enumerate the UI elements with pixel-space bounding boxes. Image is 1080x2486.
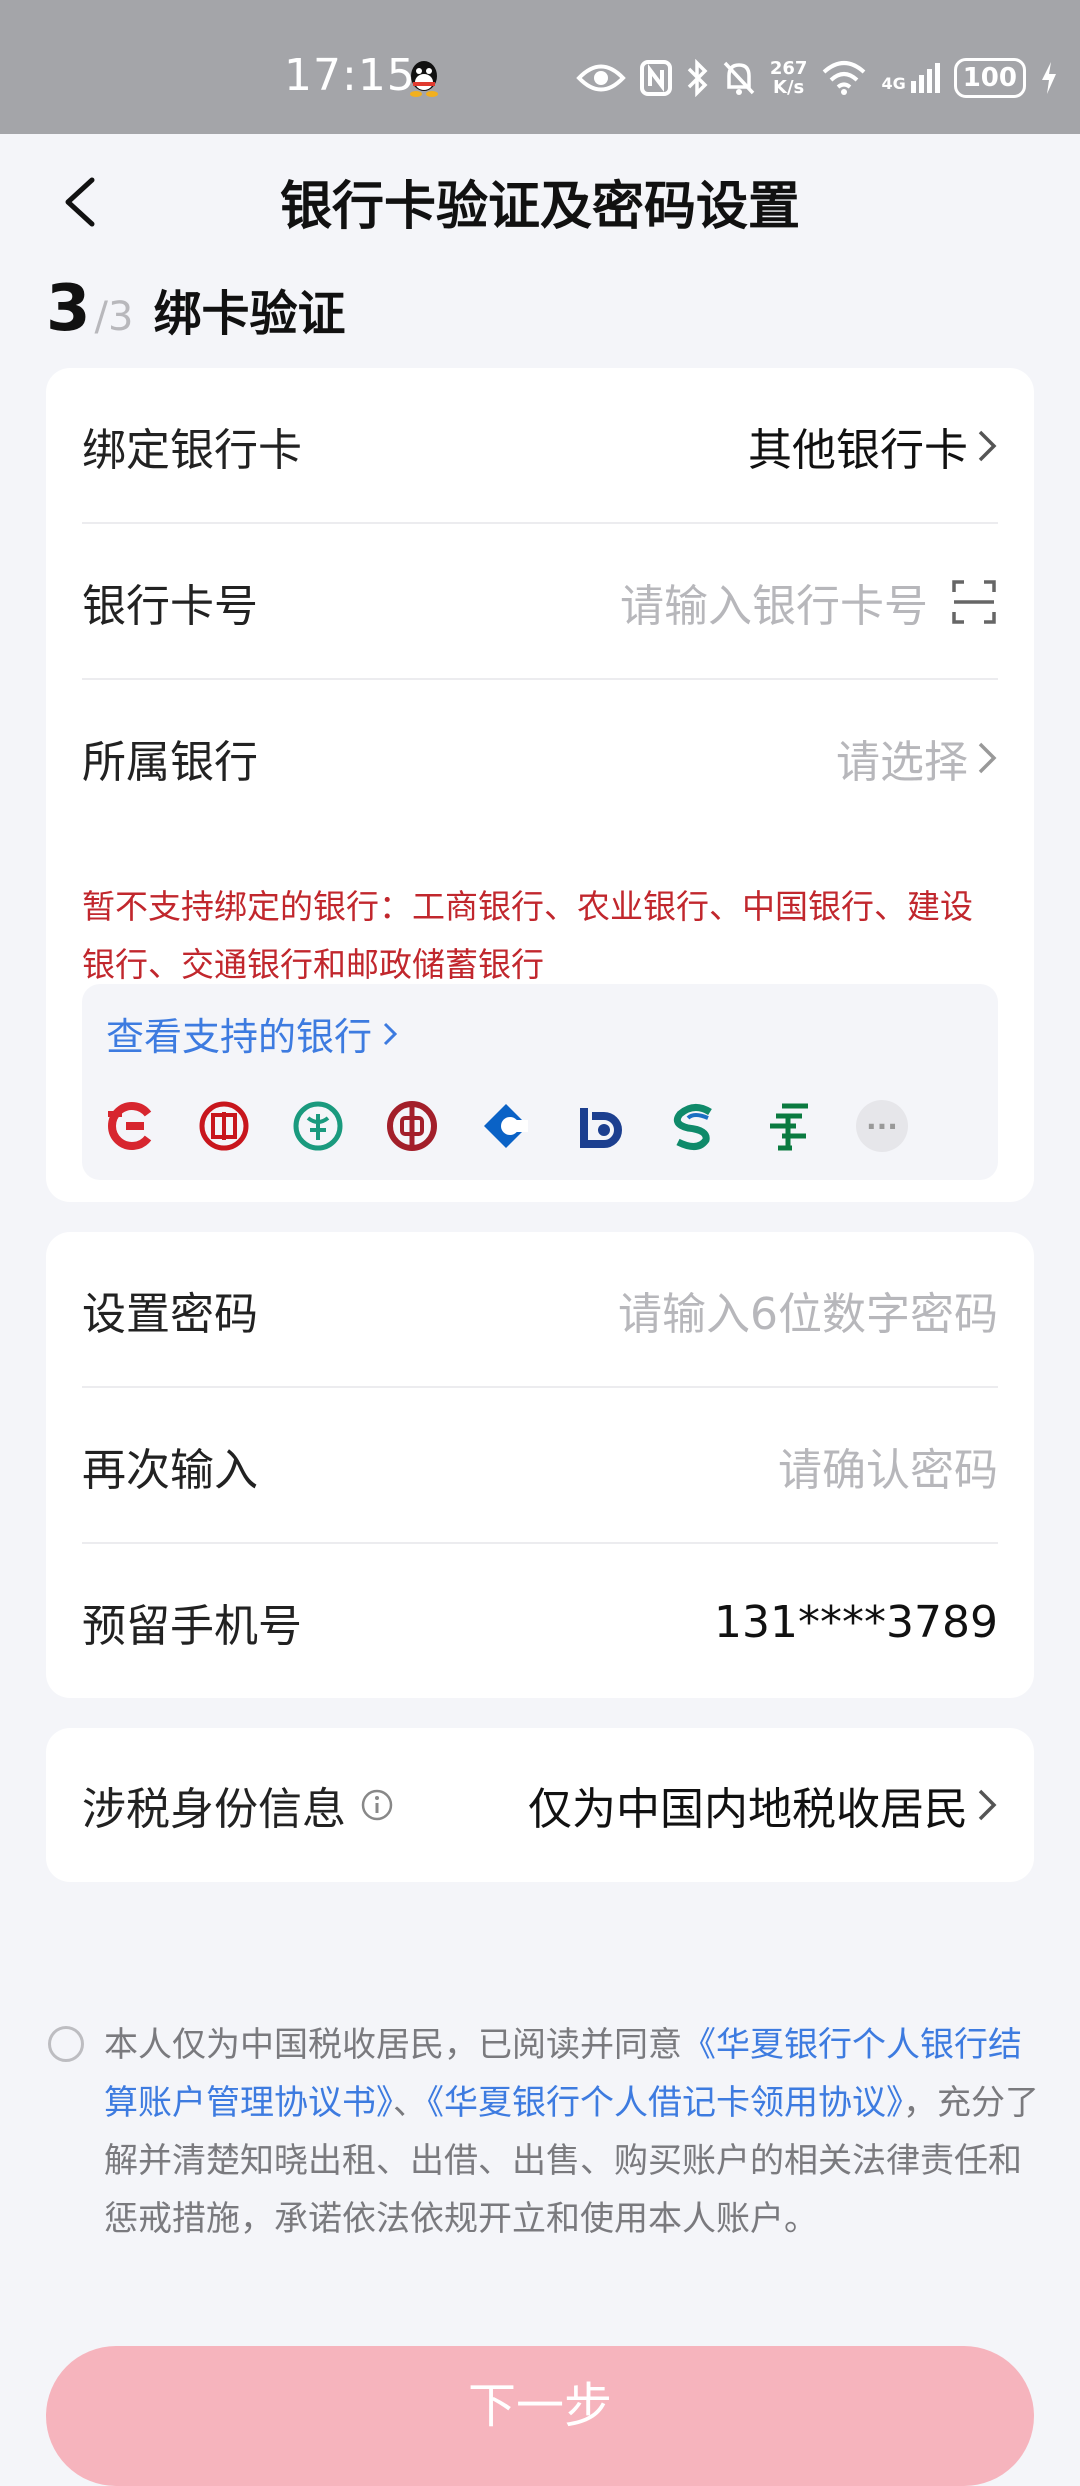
bind-card-value: 其他银行卡 (748, 425, 968, 476)
icbc-logo (199, 1101, 249, 1151)
step-total: /3 (94, 294, 134, 340)
phone-label: 预留手机号 (82, 1601, 302, 1652)
spdb-logo (673, 1104, 712, 1150)
password-section: 设置密码 请输入6位数字密码 再次输入 请确认密码 预留手机号 131****3… (46, 1232, 1034, 1698)
card-number-input[interactable]: 请输入银行卡号 (620, 570, 928, 634)
bank-select-row[interactable]: 所属银行 请选择 (82, 680, 998, 836)
step-current: 3 (46, 272, 91, 346)
set-password-row[interactable]: 设置密码 请输入6位数字密码 (82, 1232, 998, 1388)
agreement-checkbox[interactable] (48, 2026, 84, 2062)
tax-identity-label: 涉税身份信息 (82, 1784, 346, 1835)
status-time: 17:15 (284, 50, 416, 101)
agreement-text: 本人仅为中国税收居民，已阅读并同意《华夏银行个人银行结算账户管理协议书》、《华夏… (104, 2016, 1050, 2248)
bank-logo-list: ··· (104, 1100, 908, 1152)
card-number-row[interactable]: 银行卡号 请输入银行卡号 (82, 524, 998, 680)
nfc-icon (639, 60, 672, 96)
ccb-logo (484, 1104, 528, 1148)
chevron-right-icon (383, 1022, 398, 1045)
bind-card-label: 绑定银行卡 (82, 425, 302, 476)
mute-bell-icon (723, 61, 755, 95)
tax-identity-section: 涉税身份信息 仅为中国内地税收居民 (46, 1728, 1034, 1882)
tax-identity-value: 仅为中国内地税收居民 (528, 1784, 968, 1835)
status-icons: 267 K/s 4G 100 (576, 54, 1058, 102)
cell-signal-icon: 4G (881, 63, 940, 93)
confirm-password-label: 再次输入 (82, 1445, 258, 1496)
charging-icon (1042, 62, 1056, 94)
unsupported-banks-warning: 暂不支持绑定的银行：工商银行、农业银行、中国银行、建设银行、交通银行和邮政储蓄银… (82, 887, 973, 984)
net-speed: 267 K/s (769, 58, 808, 98)
psbc-logo (770, 1103, 808, 1151)
confirm-password-input[interactable]: 请确认密码 (778, 1434, 998, 1498)
set-password-label: 设置密码 (82, 1289, 258, 1340)
info-icon[interactable] (360, 1788, 394, 1822)
scan-card-icon[interactable] (950, 578, 998, 626)
supported-banks-link-text: 查看支持的银行 (106, 1015, 373, 1059)
confirm-password-row[interactable]: 再次输入 请确认密码 (82, 1388, 998, 1544)
step-label: 绑卡验证 (153, 286, 346, 342)
huaxia-bank-logo (108, 1102, 152, 1150)
page-title: 银行卡验证及密码设置 (279, 177, 800, 237)
bank-select-value: 请选择 (836, 737, 968, 788)
qq-notification-icon (410, 61, 438, 97)
abc-logo (293, 1101, 343, 1151)
card-number-label: 银行卡号 (82, 581, 258, 632)
chevron-right-icon (978, 1789, 997, 1821)
phone-value: 131****3789 (714, 1596, 998, 1648)
bluetooth-icon (687, 59, 708, 97)
chevron-right-icon (978, 742, 997, 774)
step-indicator: 3 /3 绑卡验证 (46, 272, 345, 346)
bank-card-section: 绑定银行卡 其他银行卡 银行卡号 请输入银行卡号 所属银行 请选择 暂不支持绑定… (46, 368, 1034, 1202)
status-bar: 17:15 267 K/s 4G 100 (0, 0, 1080, 134)
more-banks-button[interactable]: ··· (856, 1100, 908, 1152)
next-step-button[interactable]: 下一步 (46, 2346, 1034, 2486)
nav-bar: 银行卡验证及密码设置 (0, 134, 1080, 264)
supported-banks-link[interactable]: 查看支持的银行 (106, 1006, 398, 1061)
chevron-right-icon (978, 430, 997, 462)
agreement-separator: 、 (393, 2083, 427, 2123)
tax-identity-row[interactable]: 涉税身份信息 仅为中国内地税收居民 (82, 1728, 998, 1882)
debit-card-agreement-link[interactable]: 《华夏银行个人借记卡领用协议》 (427, 2083, 903, 2123)
bind-card-row[interactable]: 绑定银行卡 其他银行卡 (82, 368, 998, 524)
battery-indicator: 100 (953, 58, 1026, 98)
boc-logo (387, 1101, 437, 1151)
wifi-icon (823, 61, 866, 95)
supported-banks-panel: 查看支持的银行 ··· (82, 984, 998, 1180)
eye-icon (576, 64, 626, 92)
bank-label: 所属银行 (82, 737, 258, 788)
set-password-input[interactable]: 请输入6位数字密码 (618, 1278, 998, 1342)
phone-row: 预留手机号 131****3789 (82, 1544, 998, 1700)
signal-label: 4G (881, 74, 906, 93)
bocom-logo (580, 1108, 622, 1148)
agreement-text-1: 本人仅为中国税收居民，已阅读并同意 (104, 2025, 682, 2065)
